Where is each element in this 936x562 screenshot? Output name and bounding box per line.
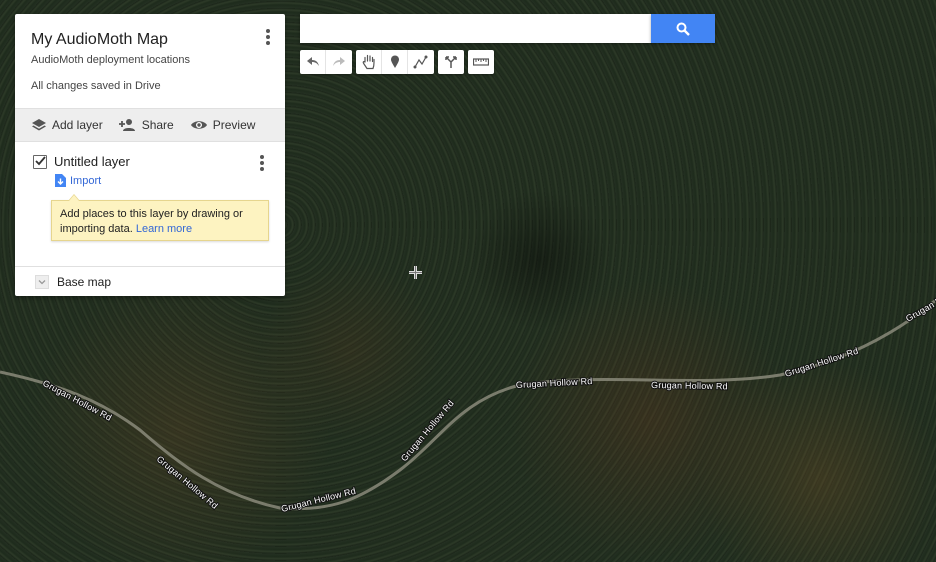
road-label: Grugan Hollow Rd [784,346,860,379]
add-person-icon [118,119,135,131]
import-label: Import [70,174,102,187]
layer-name[interactable]: Untitled layer [54,154,130,169]
base-map-label: Base map [57,275,112,289]
check-icon [35,155,46,165]
select-tool-button[interactable] [356,50,382,74]
import-file-icon [55,174,66,187]
base-map-row[interactable]: Base map [35,275,111,289]
import-link[interactable]: Import [55,174,101,187]
undo-icon [306,57,319,66]
chevron-down-icon[interactable] [35,275,49,289]
road-label: Grugan Hollow Rd [516,376,593,390]
undo-button[interactable] [300,50,326,74]
share-button[interactable]: Share [118,117,174,133]
eye-icon [190,121,207,129]
layer-row: Untitled layer [33,154,130,169]
search-button[interactable] [651,14,715,43]
learn-more-link[interactable]: Learn more [136,223,192,235]
legend-toolbar: Add layer Share Preview [15,108,285,142]
hand-icon [362,54,375,70]
marker-icon [390,55,399,68]
search-input[interactable] [300,14,652,43]
road-grugan-hollow [0,298,936,511]
directions-button[interactable] [438,50,464,74]
road-label: Grugan Hollow Rd [41,378,113,423]
preview-label: Preview [212,118,256,132]
draw-line-button[interactable] [408,50,434,74]
road-label: Grugan Hollow Rd [904,277,936,324]
directions-icon [445,56,457,68]
add-marker-button[interactable] [382,50,408,74]
crosshair-icon [408,265,423,280]
redo-button[interactable] [326,50,352,74]
layer-options-menu-icon[interactable] [257,154,267,172]
map-description[interactable]: AudioMoth deployment locations [31,54,190,66]
share-label: Share [141,118,174,132]
redo-icon [333,57,345,66]
road-label: Grugan Hollow Rd [399,398,456,463]
map-title[interactable]: My AudioMoth Map [31,31,168,49]
draw-line-icon [413,55,428,69]
divider [15,266,285,267]
search-icon [676,22,690,36]
road-label: Grugan Hollow Rd [651,380,728,391]
layers-icon [32,119,46,131]
add-layer-label: Add layer [52,118,103,132]
layer-tooltip: Add places to this layer by drawing or i… [51,194,269,241]
drawing-toolbar [300,50,498,74]
add-layer-button[interactable]: Add layer [31,117,103,133]
legend-panel: My AudioMoth Map AudioMoth deployment lo… [15,14,285,296]
save-status: All changes saved in Drive [31,80,161,92]
ruler-icon [473,58,489,66]
preview-button[interactable]: Preview [190,117,256,133]
map-options-menu-icon[interactable] [263,28,273,48]
measure-button[interactable] [468,50,494,74]
layer-visibility-checkbox[interactable] [33,154,47,169]
